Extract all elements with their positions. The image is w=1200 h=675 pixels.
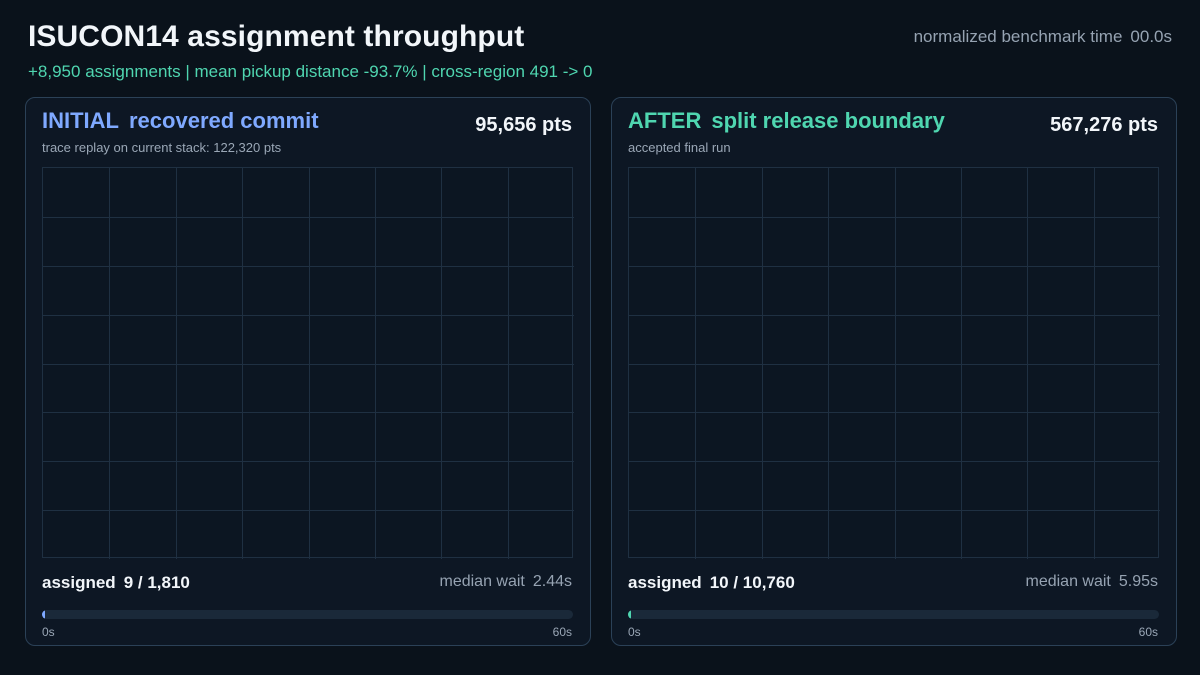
- after-panel-name: split release boundary: [711, 108, 945, 133]
- after-grid-lines: [629, 168, 1160, 559]
- initial-panel-name: recovered commit: [129, 108, 319, 133]
- dashboard: ISUCON14 assignment throughput +8,950 as…: [0, 0, 1200, 675]
- benchmark-time-label: normalized benchmark time: [913, 27, 1123, 46]
- initial-median-wait-label: median wait: [439, 573, 525, 590]
- initial-panel-subtitle: trace replay on current stack: 122,320 p…: [42, 140, 282, 155]
- after-median-wait-label: median wait: [1025, 573, 1111, 590]
- initial-panel: INITIAL recovered commit trace replay on …: [25, 97, 591, 646]
- after-progress-fill: [628, 610, 632, 619]
- summary-line: +8,950 assignments | mean pickup distanc…: [28, 62, 593, 81]
- initial-median-wait-value: 2.44s: [532, 573, 572, 590]
- initial-progress-fill: [42, 610, 46, 619]
- initial-panel-heading: INITIAL recovered commit: [42, 108, 319, 134]
- benchmark-time: normalized benchmark time 00.0s: [914, 27, 1172, 47]
- after-map-grid: [628, 167, 1160, 559]
- initial-grid-lines: [43, 168, 574, 559]
- after-panel: AFTER split release boundary accepted fin…: [611, 97, 1177, 646]
- initial-median-wait: median wait 2.44s: [439, 573, 572, 591]
- after-panel-score: 567,276 pts: [1050, 114, 1158, 136]
- initial-assigned: assigned 9 / 1,810: [42, 573, 190, 593]
- initial-panel-tag: INITIAL: [42, 108, 119, 133]
- after-assigned-count: 10 / 10,760: [709, 573, 795, 592]
- after-panel-subtitle: accepted final run: [628, 140, 731, 155]
- initial-assigned-label: assigned: [42, 573, 116, 592]
- benchmark-time-value: 00.0s: [1130, 27, 1172, 46]
- initial-panel-score: 95,656 pts: [475, 114, 572, 136]
- after-axis-end: 60s: [1138, 625, 1158, 639]
- after-panel-tag: AFTER: [628, 108, 702, 133]
- initial-axis-start: 0s: [42, 625, 55, 639]
- initial-assigned-count: 9 / 1,810: [123, 573, 190, 592]
- initial-axis-end: 60s: [552, 625, 572, 639]
- after-progress-track: [628, 610, 1159, 619]
- page-title: ISUCON14 assignment throughput: [28, 20, 525, 53]
- initial-map-grid: [42, 167, 574, 559]
- after-panel-heading: AFTER split release boundary: [628, 108, 945, 134]
- after-assigned: assigned 10 / 10,760: [628, 573, 795, 593]
- after-axis-start: 0s: [628, 625, 641, 639]
- initial-progress-track: [42, 610, 573, 619]
- after-assigned-label: assigned: [628, 573, 702, 592]
- after-median-wait-value: 5.95s: [1118, 573, 1158, 590]
- after-median-wait: median wait 5.95s: [1025, 573, 1158, 591]
